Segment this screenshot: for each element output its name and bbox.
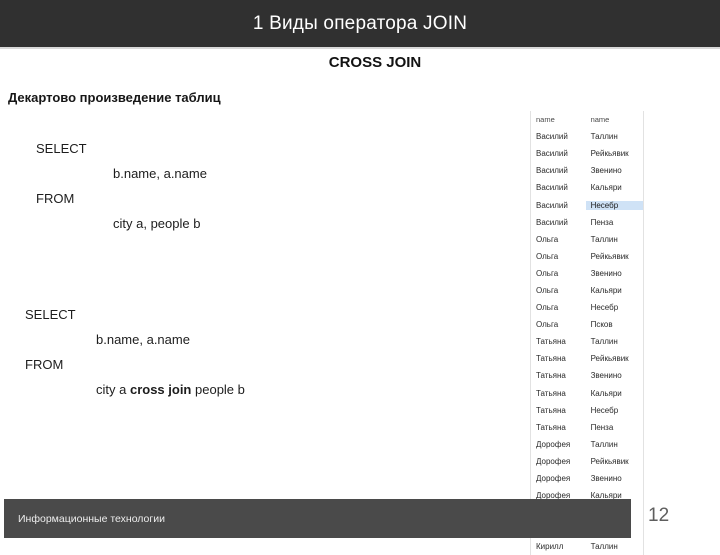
table-row: Василий Несебр — [531, 196, 643, 213]
sql-keyword-emphasis: cross join — [129, 382, 192, 397]
sql-token: city a — [96, 382, 130, 397]
table-row: Татьяна Несебр — [531, 402, 643, 419]
table-cell: Ольга — [536, 303, 559, 313]
sql-token: FROM — [36, 191, 75, 206]
table-cell: Дорофея — [536, 456, 571, 466]
footer-course-label: Информационные технологии — [18, 512, 165, 525]
sql-token: people b — [191, 382, 245, 397]
table-cell: Ольга — [536, 251, 559, 261]
sql-token: SELECT — [25, 307, 76, 322]
table-row: Ольга Звенино — [531, 265, 643, 282]
table-cell: Татьяна — [536, 405, 566, 415]
sql-code-block-cross-join-implicit: SELECT b.name, a.name FROM city a, people b — [0, 136, 207, 236]
table-cell: Василий — [536, 183, 568, 193]
section-heading: CROSS JOIN — [328, 54, 422, 71]
table-row: Ольга Таллин — [531, 231, 643, 248]
table-cell: Рейкьявик — [590, 149, 629, 159]
table-cell: Василий — [536, 132, 568, 142]
table-row: Ольга Кальяри — [531, 282, 643, 299]
table-cell: Несебр — [590, 303, 619, 313]
sql-line: FROM — [0, 186, 207, 211]
slide-footer-bar: Информационные технологии — [4, 499, 631, 538]
sql-line: b.name, a.name — [0, 161, 207, 186]
table-row: Татьяна Рейкьявик — [531, 350, 643, 367]
sql-line: b.name, a.name — [0, 327, 245, 352]
table-cell: Кальяри — [590, 388, 622, 398]
table-cell: Несебр — [590, 405, 619, 415]
table-row: Кирилл Таллин — [531, 538, 643, 555]
sql-token: city a, people b — [113, 216, 201, 231]
table-cell: Дорофея — [536, 439, 571, 449]
table-header-row: name name — [531, 111, 643, 128]
sql-line: SELECT — [0, 302, 245, 327]
table-row: Ольга Рейкьявик — [531, 248, 643, 265]
sql-line: SELECT — [0, 136, 207, 161]
sql-token: b.name, a.name — [113, 166, 207, 181]
slide-title-bar: 1 Виды оператора JOIN — [0, 0, 720, 47]
table-cell: Пенза — [590, 217, 614, 227]
table-cell: Рейкьявик — [590, 251, 629, 261]
table-row: Василий Таллин — [531, 128, 643, 145]
sql-token: FROM — [25, 357, 64, 372]
table-row: Татьяна Звенино — [531, 367, 643, 384]
table-cell: Звенино — [590, 166, 622, 176]
table-cell: Василий — [536, 217, 568, 227]
table-cell: Татьяна — [536, 422, 566, 432]
table-cell: Звенино — [590, 371, 622, 381]
table-cell-selected: Несебр — [585, 200, 643, 210]
table-cell: Рейкьявик — [590, 354, 629, 364]
sql-line: city a, people b — [0, 211, 207, 236]
table-cell: Кирилл — [536, 542, 564, 552]
table-row: Дорофея Звенино — [531, 470, 643, 487]
table-column-header: name — [590, 115, 610, 125]
slide-page-number: 12 — [648, 505, 670, 526]
sql-token: b.name, a.name — [96, 332, 190, 347]
table-cell: Татьяна — [536, 337, 566, 347]
table-cell: Ольга — [536, 234, 559, 244]
table-cell: Таллин — [590, 234, 618, 244]
table-row: Василий Пенза — [531, 214, 643, 231]
table-cell: Пенза — [590, 422, 614, 432]
table-row: Василий Звенино — [531, 162, 643, 179]
sql-token: SELECT — [36, 141, 87, 156]
table-cell: Звенино — [590, 474, 622, 484]
slide-subtitle: Декартово произведение таблиц — [8, 90, 221, 105]
sql-code-block-cross-join-explicit: SELECT b.name, a.name FROM city a cross joi… — [0, 302, 245, 402]
table-cell: Татьяна — [536, 354, 566, 364]
table-row: Ольга Несебр — [531, 299, 643, 316]
table-cell: Таллин — [590, 132, 618, 142]
table-cell: Василий — [536, 166, 568, 176]
table-row: Василий Рейкьявик — [531, 145, 643, 162]
table-cell: Таллин — [590, 439, 618, 449]
table-cell: Татьяна — [536, 388, 566, 398]
table-cell: Кальяри — [590, 183, 622, 193]
table-cell: Дорофея — [536, 474, 571, 484]
table-column-header: name — [536, 115, 555, 125]
table-cell: Псков — [590, 320, 613, 330]
sql-line: FROM — [0, 352, 245, 377]
query-result-table: name name Василий Таллин Василий Рейкьявик Вас… — [530, 111, 644, 555]
table-cell: Татьяна — [536, 371, 566, 381]
slide-title: 1 Виды оператора JOIN — [252, 12, 468, 34]
table-row: Татьяна Пенза — [531, 419, 643, 436]
table-row: Василий Кальяри — [531, 179, 643, 196]
table-row: Ольга Псков — [531, 316, 643, 333]
sql-line: city a cross join people b — [0, 377, 245, 402]
table-cell: Рейкьявик — [590, 456, 629, 466]
table-cell: Таллин — [590, 542, 618, 552]
table-cell: Таллин — [590, 337, 618, 347]
table-cell: Ольга — [536, 268, 559, 278]
table-row: Дорофея Таллин — [531, 436, 643, 453]
table-cell: Кальяри — [590, 285, 622, 295]
table-row: Татьяна Кальяри — [531, 385, 643, 402]
table-cell: Василий — [536, 149, 568, 159]
table-cell: Звенино — [590, 268, 622, 278]
table-cell: Василий — [536, 200, 568, 210]
table-row: Дорофея Рейкьявик — [531, 453, 643, 470]
table-row: Татьяна Таллин — [531, 333, 643, 350]
table-cell: Ольга — [536, 285, 559, 295]
table-cell: Ольга — [536, 320, 559, 330]
slide-content: CROSS JOIN Декартово произведение таблиц… — [0, 49, 720, 555]
